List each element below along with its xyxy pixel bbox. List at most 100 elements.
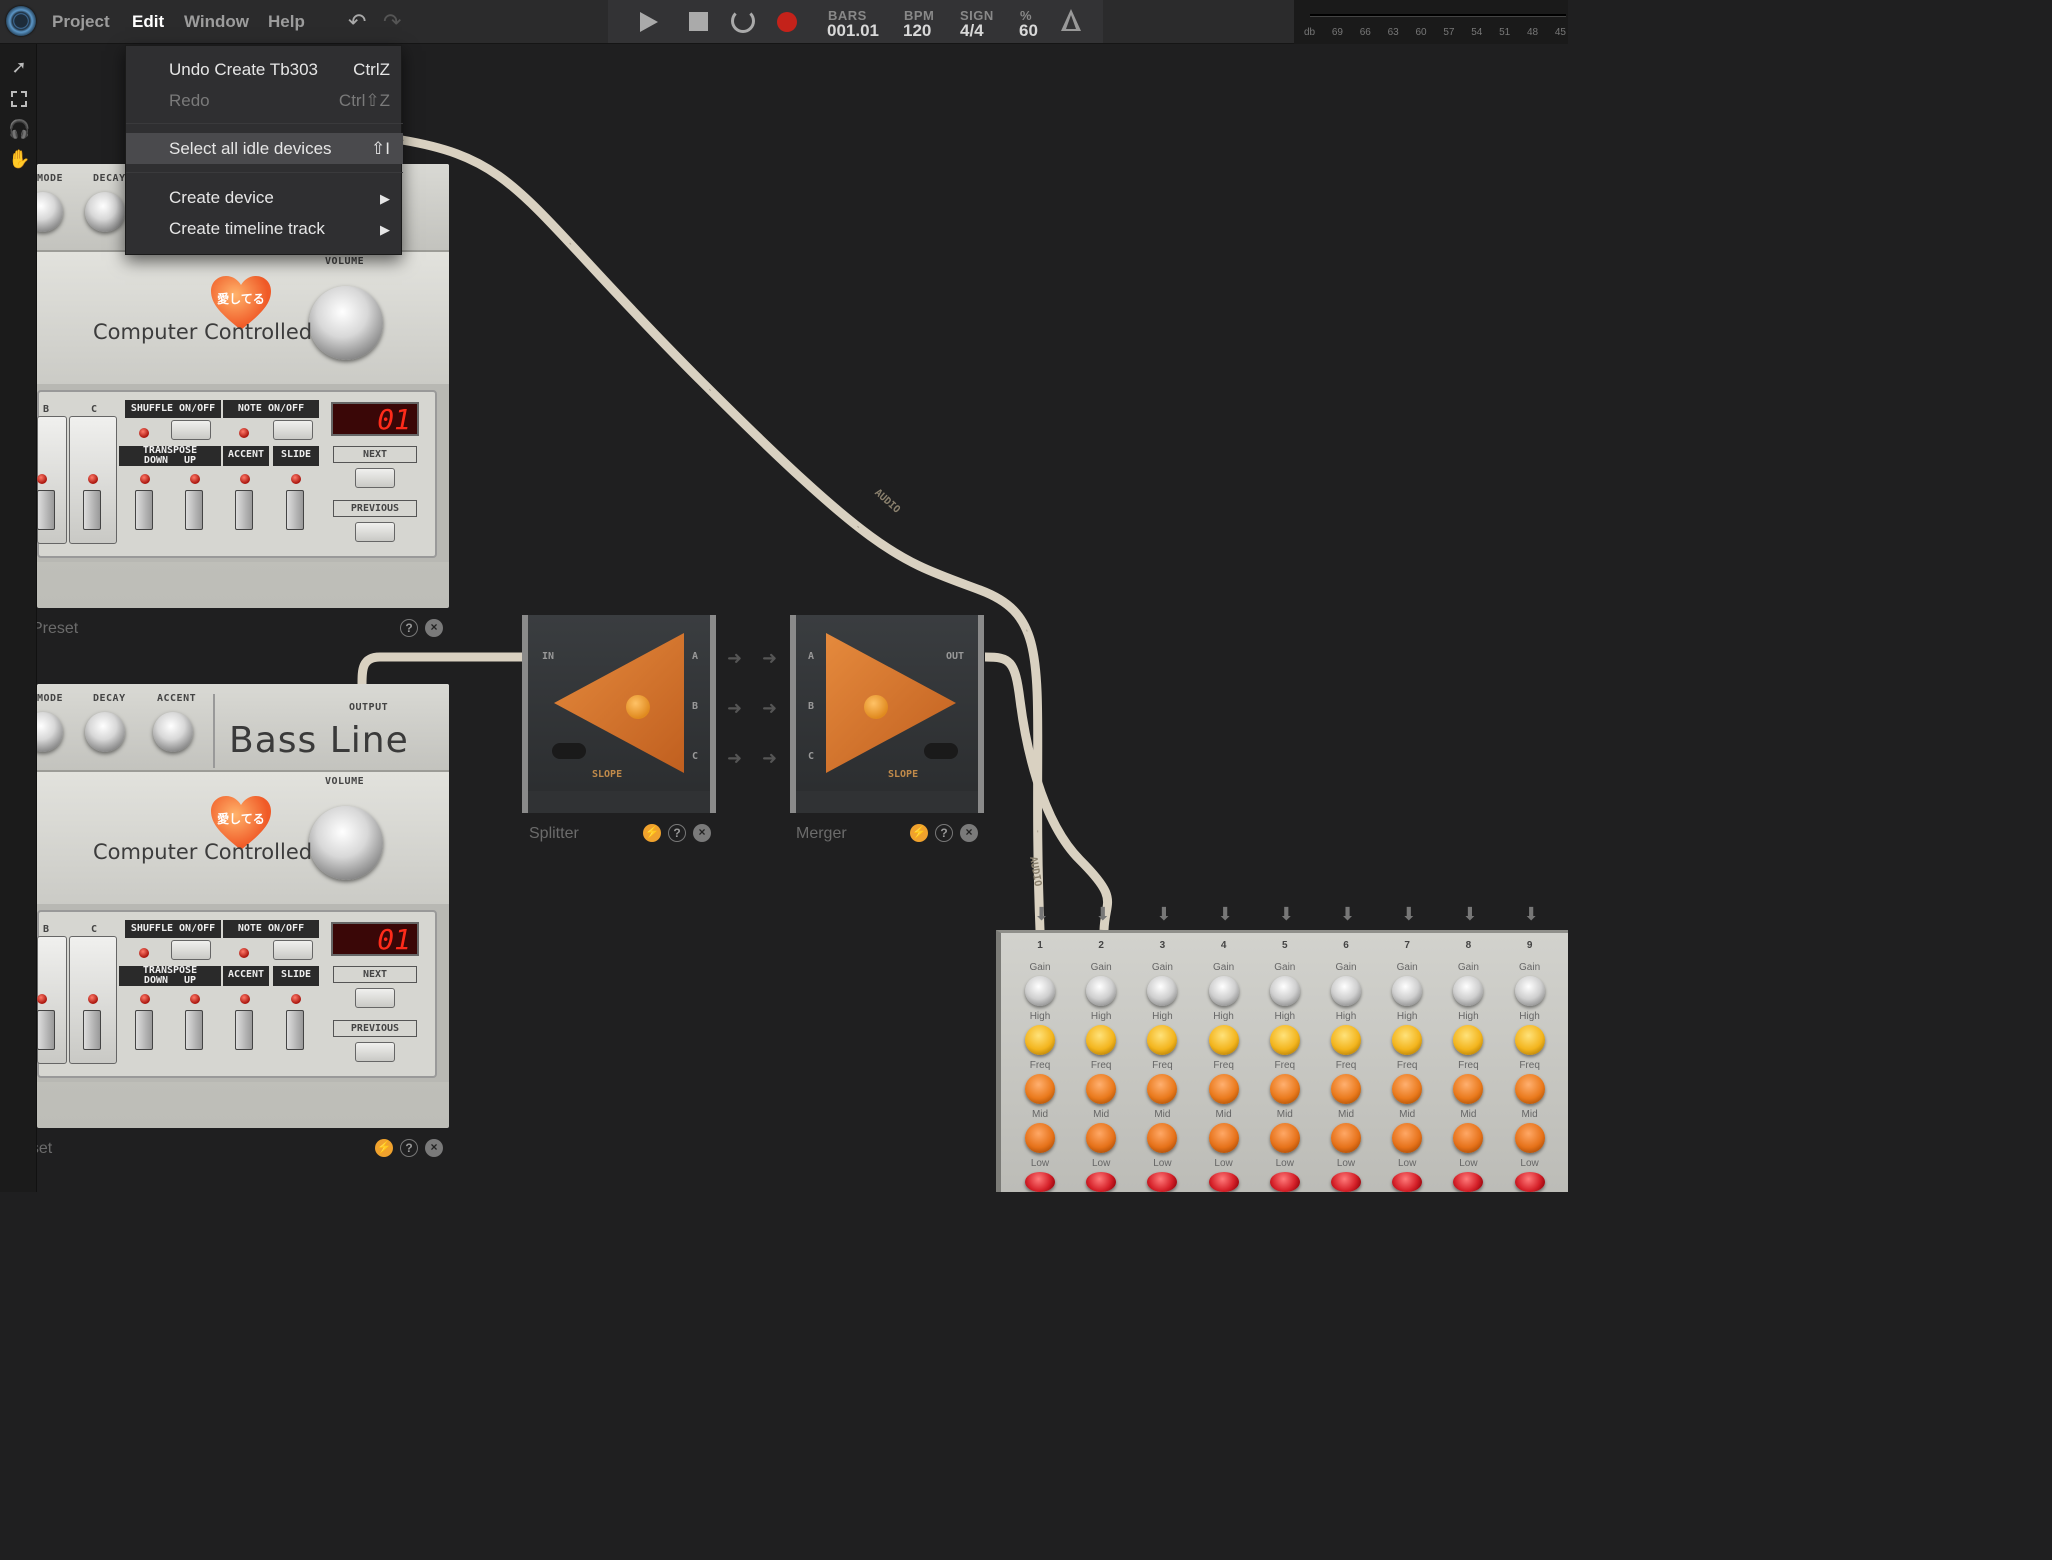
mixer-gain-knob[interactable] xyxy=(1025,976,1055,1006)
redo-icon[interactable]: ↷ xyxy=(383,9,401,35)
mixer-low-knob[interactable] xyxy=(1269,1172,1300,1192)
decay-knob[interactable] xyxy=(85,192,125,232)
step-slider[interactable] xyxy=(286,1010,304,1050)
step-slider[interactable] xyxy=(83,1010,101,1050)
power-icon[interactable]: ⚡ xyxy=(643,824,661,842)
mixer-low-knob[interactable] xyxy=(1086,1172,1117,1192)
menu-item-create-device[interactable]: Create device ▶ xyxy=(126,182,403,213)
mixer-freq-knob[interactable] xyxy=(1025,1074,1055,1104)
menu-item-redo[interactable]: Redo Ctrl⇧Z xyxy=(126,85,403,116)
mode-knob[interactable] xyxy=(37,712,63,752)
previous-button[interactable] xyxy=(355,522,395,542)
note-button[interactable] xyxy=(273,420,313,440)
mixer-gain-knob[interactable] xyxy=(1392,976,1423,1006)
accent-knob[interactable] xyxy=(153,712,193,752)
mixer-high-knob[interactable] xyxy=(1208,1025,1239,1055)
headphones-tool-icon[interactable]: 🎧 xyxy=(8,118,30,140)
power-icon[interactable]: ⚡ xyxy=(375,1139,393,1157)
mixer-gain-knob[interactable] xyxy=(1514,976,1545,1006)
mixer-gain-knob[interactable] xyxy=(1086,976,1117,1006)
menu-help[interactable]: Help xyxy=(268,12,305,32)
previous-button[interactable] xyxy=(355,1042,395,1062)
step-slider[interactable] xyxy=(83,490,101,530)
mixer-low-knob[interactable] xyxy=(1025,1172,1055,1192)
slope-toggle[interactable] xyxy=(924,743,958,759)
volume-knob[interactable] xyxy=(309,806,383,880)
close-icon[interactable]: × xyxy=(425,619,443,637)
app-logo-icon[interactable] xyxy=(6,6,36,36)
close-icon[interactable]: × xyxy=(960,824,978,842)
menu-item-select-idle[interactable]: Select all idle devices ⇧I xyxy=(126,133,403,164)
close-icon[interactable]: × xyxy=(693,824,711,842)
hand-tool-icon[interactable]: ✋ xyxy=(8,148,30,170)
mixer-mid-knob[interactable] xyxy=(1086,1123,1117,1153)
mixer-high-knob[interactable] xyxy=(1331,1025,1361,1055)
merger-knob[interactable] xyxy=(864,695,888,719)
mixer-mid-knob[interactable] xyxy=(1514,1123,1545,1153)
mixer-mid-knob[interactable] xyxy=(1208,1123,1239,1153)
step-slider[interactable] xyxy=(135,1010,153,1050)
mixer-freq-knob[interactable] xyxy=(1392,1074,1423,1104)
mixer-high-knob[interactable] xyxy=(1392,1025,1423,1055)
menu-edit[interactable]: Edit xyxy=(132,12,164,32)
mixer-freq-knob[interactable] xyxy=(1208,1074,1239,1104)
menu-item-undo[interactable]: Undo Create Tb303 CtrlZ xyxy=(126,54,403,85)
power-icon[interactable]: ⚡ xyxy=(910,824,928,842)
mixer-high-knob[interactable] xyxy=(1269,1025,1300,1055)
mixer-high-knob[interactable] xyxy=(1514,1025,1545,1055)
tb303-device-bottom[interactable]: MODE DECAY ACCENT OUTPUT Bass Line VOLUM… xyxy=(37,684,449,1128)
mixer-mid-knob[interactable] xyxy=(1392,1123,1423,1153)
mixer-mid-knob[interactable] xyxy=(1025,1123,1055,1153)
step-slider[interactable] xyxy=(135,490,153,530)
play-icon[interactable] xyxy=(640,12,658,32)
mode-knob[interactable] xyxy=(37,192,63,232)
next-button[interactable] xyxy=(355,988,395,1008)
menu-window[interactable]: Window xyxy=(184,12,249,32)
mixer-gain-knob[interactable] xyxy=(1208,976,1239,1006)
merger-device[interactable]: OUT A B C SLOPE xyxy=(790,615,984,813)
help-icon[interactable]: ? xyxy=(400,619,418,637)
bpm-value[interactable]: 120 xyxy=(903,21,931,41)
mixer-low-knob[interactable] xyxy=(1331,1172,1361,1192)
splitter-device[interactable]: IN A B C SLOPE xyxy=(522,615,716,813)
step-slider[interactable] xyxy=(37,490,55,530)
menu-item-create-timeline-track[interactable]: Create timeline track ▶ xyxy=(126,213,403,244)
step-slider[interactable] xyxy=(185,490,203,530)
note-button[interactable] xyxy=(273,940,313,960)
pointer-tool-icon[interactable]: ➚ xyxy=(8,56,30,78)
loop-icon[interactable] xyxy=(731,9,755,33)
decay-knob[interactable] xyxy=(85,712,125,752)
slope-toggle[interactable] xyxy=(552,743,586,759)
percent-value[interactable]: 60 xyxy=(1019,21,1038,41)
help-icon[interactable]: ? xyxy=(668,824,686,842)
bars-value[interactable]: 001.01 xyxy=(827,21,879,41)
step-slider[interactable] xyxy=(235,1010,253,1050)
volume-knob[interactable] xyxy=(309,286,383,360)
undo-icon[interactable]: ↶ xyxy=(348,9,366,35)
mixer-freq-knob[interactable] xyxy=(1086,1074,1117,1104)
step-slider[interactable] xyxy=(286,490,304,530)
mixer-freq-knob[interactable] xyxy=(1331,1074,1361,1104)
mixer-high-knob[interactable] xyxy=(1025,1025,1055,1055)
shuffle-button[interactable] xyxy=(171,940,211,960)
mixer-low-knob[interactable] xyxy=(1514,1172,1545,1192)
mixer-gain-knob[interactable] xyxy=(1331,976,1361,1006)
mixer-gain-knob[interactable] xyxy=(1269,976,1300,1006)
step-slider[interactable] xyxy=(37,1010,55,1050)
selection-tool-icon[interactable] xyxy=(8,88,30,110)
mixer-low-knob[interactable] xyxy=(1392,1172,1423,1192)
record-icon[interactable] xyxy=(777,12,797,32)
step-slider[interactable] xyxy=(185,1010,203,1050)
mixer-mid-knob[interactable] xyxy=(1269,1123,1300,1153)
next-button[interactable] xyxy=(355,468,395,488)
help-icon[interactable]: ? xyxy=(935,824,953,842)
help-icon[interactable]: ? xyxy=(400,1139,418,1157)
mixer-low-knob[interactable] xyxy=(1208,1172,1239,1192)
mixer-mid-knob[interactable] xyxy=(1331,1123,1361,1153)
menu-project[interactable]: Project xyxy=(52,12,110,32)
mixer-freq-knob[interactable] xyxy=(1269,1074,1300,1104)
stop-icon[interactable] xyxy=(689,12,708,31)
close-icon[interactable]: × xyxy=(425,1139,443,1157)
mixer-high-knob[interactable] xyxy=(1086,1025,1117,1055)
sign-value[interactable]: 4/4 xyxy=(960,21,984,41)
